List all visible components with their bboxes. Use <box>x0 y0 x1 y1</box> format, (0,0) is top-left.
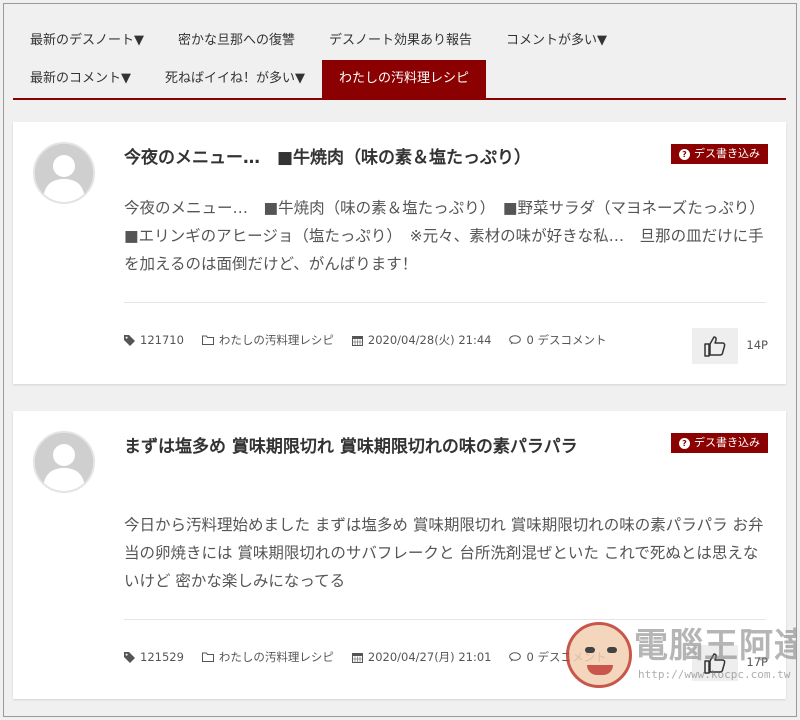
thumbs-up-icon <box>704 336 726 357</box>
death-post-badge[interactable]: ? デス書き込み <box>671 433 768 453</box>
like-button[interactable] <box>692 328 738 364</box>
post-date: 2020/04/27(月) 21:01 <box>351 649 491 665</box>
folder-icon <box>201 652 214 662</box>
like-count: 14P <box>746 338 768 352</box>
divider <box>124 302 766 303</box>
post-category[interactable]: わたしの汚料理レシピ <box>201 332 334 348</box>
tag-icon <box>124 334 135 346</box>
page-frame: 最新のデスノート▼ 密かな旦那への復讐 デスノート効果あり報告 コメントが多い▼… <box>3 3 797 717</box>
nav-item-recipes[interactable]: わたしの汚料理レシピ <box>322 60 487 98</box>
nav-item-latest-comments[interactable]: 最新のコメント▼ <box>13 60 148 98</box>
post-comments[interactable]: 0 デスコメント <box>509 649 606 665</box>
comment-icon <box>509 652 522 662</box>
post-id: 121710 <box>124 333 184 347</box>
badge-label: デス書き込み <box>694 436 760 449</box>
folder-icon <box>201 335 214 345</box>
nav-row-1: 最新のデスノート▼ 密かな旦那への復讐 デスノート効果あり報告 コメントが多い▼ <box>13 22 786 60</box>
comment-icon <box>509 335 522 345</box>
nav-row-2: 最新のコメント▼ 死ねばイイね！が多い▼ わたしの汚料理レシピ <box>13 60 786 98</box>
post-card: 今夜のメニュー… ■牛焼肉（味の素＆塩たっぷり） ? デス書き込み 今夜のメニュ… <box>13 122 786 384</box>
post-category[interactable]: わたしの汚料理レシピ <box>201 649 334 665</box>
user-avatar-icon[interactable] <box>33 142 95 204</box>
badge-label: デス書き込み <box>694 147 760 160</box>
post-id: 121529 <box>124 650 184 664</box>
post-meta: 121710 わたしの汚料理レシピ 2020/04/28(火) 21:44 0 … <box>124 332 624 348</box>
nav-item-most-comments[interactable]: コメントが多い▼ <box>489 22 624 60</box>
post-meta: 121529 わたしの汚料理レシピ 2020/04/27(月) 21:01 0 … <box>124 649 624 665</box>
post-comments[interactable]: 0 デスコメント <box>509 332 606 348</box>
post-date: 2020/04/28(火) 21:44 <box>351 332 491 348</box>
nav-item-effect-report[interactable]: デスノート効果あり報告 <box>312 22 489 60</box>
post-body: 今日から汚料理始めました まずは塩多め 賞味期限切れ 賞味期限切れの味の素パラパ… <box>124 516 764 590</box>
nav-item-most-likes[interactable]: 死ねばイイね！が多い▼ <box>148 60 322 98</box>
death-post-badge[interactable]: ? デス書き込み <box>671 144 768 164</box>
user-avatar-icon[interactable] <box>33 431 95 493</box>
post-body: 今夜のメニュー… ■牛焼肉（味の素＆塩たっぷり） ■野菜サラダ（マヨネーズたっぷ… <box>124 199 773 273</box>
thumbs-up-icon <box>704 653 726 674</box>
post-title[interactable]: まずは塩多め 賞味期限切れ 賞味期限切れの味の素パラパラ <box>124 433 599 461</box>
divider <box>124 619 766 620</box>
like-button[interactable] <box>692 645 738 681</box>
tag-icon <box>124 651 135 663</box>
calendar-icon <box>351 335 363 346</box>
question-icon: ? <box>679 437 690 449</box>
nav-item-latest-deathnote[interactable]: 最新のデスノート▼ <box>13 22 161 60</box>
calendar-icon <box>351 652 363 663</box>
main-navigation: 最新のデスノート▼ 密かな旦那への復讐 デスノート効果あり報告 コメントが多い▼… <box>13 22 786 100</box>
nav-item-secret-revenge[interactable]: 密かな旦那への復讐 <box>161 22 312 60</box>
like-count: 17P <box>746 655 768 669</box>
post-title[interactable]: 今夜のメニュー… ■牛焼肉（味の素＆塩たっぷり） <box>124 144 599 172</box>
post-card: まずは塩多め 賞味期限切れ 賞味期限切れの味の素パラパラ ? デス書き込み 今日… <box>13 411 786 699</box>
question-icon: ? <box>679 148 690 160</box>
